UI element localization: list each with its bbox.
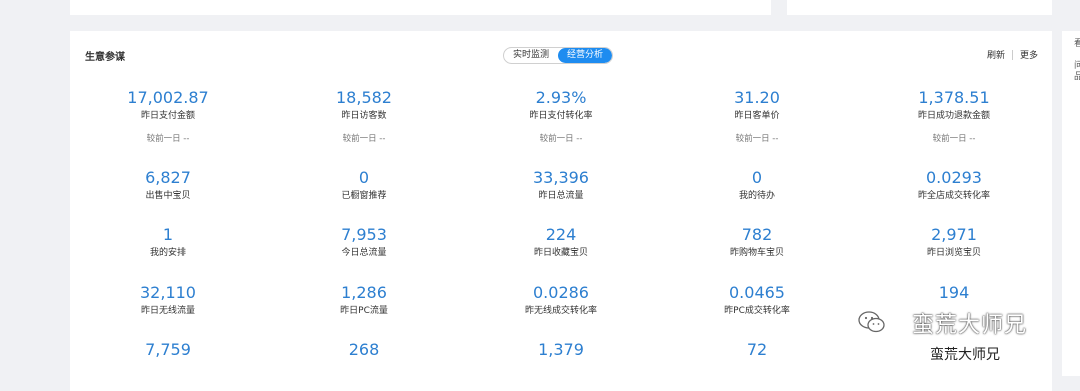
- right-side-panel: 看 问 品: [1062, 31, 1080, 376]
- metric-cell[interactable]: 1,378.51 昨日成功退款金额 较前一日 --: [856, 89, 1052, 145]
- side-text: 品: [1074, 72, 1080, 82]
- side-text: 看: [1074, 39, 1080, 49]
- metric-value: 31.20: [734, 88, 780, 107]
- metric-label: 昨购物车宝贝: [729, 248, 784, 258]
- watermark-text-small: 蛮荒大师兄: [930, 347, 1000, 363]
- metric-value: 0: [358, 168, 370, 187]
- metric-value: 7,953: [341, 225, 387, 244]
- metric-cell[interactable]: 1,286 昨日PC流量: [266, 284, 462, 317]
- metric-value: 6,827: [145, 168, 191, 187]
- metric-label: 昨全店成交转化率: [917, 191, 990, 201]
- metric-label: 昨无线成交转化率: [524, 306, 597, 316]
- metric-label: 今日总流量: [341, 248, 387, 258]
- metric-value: 2.93%: [535, 88, 587, 107]
- metric-value: 1: [162, 225, 174, 244]
- metric-value: 18,582: [336, 88, 392, 107]
- metric-label: 昨日客单价: [734, 111, 780, 121]
- metric-label: 昨日访客数: [341, 111, 387, 121]
- metric-cell[interactable]: 18,582 昨日访客数 较前一日 --: [266, 89, 462, 145]
- metric-cell[interactable]: 2.93% 昨日支付转化率 较前一日 --: [463, 89, 659, 145]
- metric-value: 72: [746, 340, 768, 359]
- metric-cell[interactable]: 17,002.87 昨日支付金额 较前一日 --: [70, 89, 266, 145]
- metric-label: 昨日支付金额: [140, 111, 195, 121]
- metric-value: 0: [751, 168, 763, 187]
- metric-value: 0.0286: [533, 283, 589, 302]
- watermark: 蛮荒大师兄 蛮荒大师兄: [858, 307, 1058, 367]
- metric-cell[interactable]: 0 我的待办: [659, 169, 855, 202]
- metric-label: 昨PC成交转化率: [724, 306, 790, 316]
- metric-cell[interactable]: 224 昨日收藏宝贝: [463, 226, 659, 259]
- metric-compare: 较前一日 --: [342, 134, 386, 144]
- metric-cell[interactable]: 31.20 昨日客单价 较前一日 --: [659, 89, 855, 145]
- metric-value: 0.0465: [729, 283, 785, 302]
- metric-label: 已橱窗推荐: [341, 191, 387, 201]
- metric-value: 0.0293: [926, 168, 982, 187]
- metric-value: 2,971: [931, 225, 977, 244]
- metric-label: 我的安排: [149, 248, 186, 258]
- metric-cell[interactable]: 1 我的安排: [70, 226, 266, 259]
- metric-label: 昨日成功退款金额: [917, 111, 990, 121]
- metric-cell[interactable]: 2,971 昨日浏览宝贝: [856, 226, 1052, 259]
- metric-cell[interactable]: 1,379: [463, 341, 659, 359]
- watermark-text-large: 蛮荒大师兄: [912, 313, 1028, 338]
- metric-label: 出售中宝贝: [145, 191, 191, 201]
- metric-cell[interactable]: 268: [266, 341, 462, 359]
- metric-cell[interactable]: 33,396 昨日总流量: [463, 169, 659, 202]
- metric-label: 昨日PC流量: [340, 306, 388, 316]
- metric-compare: 较前一日 --: [932, 134, 976, 144]
- metric-cell[interactable]: 0.0286 昨无线成交转化率: [463, 284, 659, 317]
- metric-value: 268: [348, 340, 380, 359]
- metric-value: 224: [545, 225, 577, 244]
- metric-value: 32,110: [140, 283, 196, 302]
- wechat-icon: [858, 311, 885, 333]
- metric-cell[interactable]: 72: [659, 341, 855, 359]
- metric-value: 782: [741, 225, 773, 244]
- metric-cell[interactable]: 0 已橱窗推荐: [266, 169, 462, 202]
- metric-value: 17,002.87: [127, 88, 209, 107]
- metric-value: 1,378.51: [918, 88, 990, 107]
- metric-cell[interactable]: 7,953 今日总流量: [266, 226, 462, 259]
- metric-cell[interactable]: 782 昨购物车宝贝: [659, 226, 855, 259]
- metric-cell[interactable]: 32,110 昨日无线流量: [70, 284, 266, 317]
- metric-label: 我的待办: [738, 191, 775, 201]
- metric-value: 33,396: [533, 168, 589, 187]
- metric-compare: 较前一日 --: [735, 134, 779, 144]
- metric-value: 1,379: [538, 340, 584, 359]
- metric-cell[interactable]: 0.0293 昨全店成交转化率: [856, 169, 1052, 202]
- metric-compare: 较前一日 --: [146, 134, 190, 144]
- metric-label: 昨日无线流量: [140, 306, 195, 316]
- top-card-left: [70, 0, 771, 15]
- metric-label: 昨日总流量: [538, 191, 584, 201]
- metric-value: 194: [938, 283, 970, 302]
- top-card-right: [787, 0, 1052, 15]
- metric-label: 昨日收藏宝贝: [533, 248, 588, 258]
- metric-value: 7,759: [145, 340, 191, 359]
- metric-label: 昨日浏览宝贝: [926, 248, 981, 258]
- metric-cell[interactable]: 194: [856, 284, 1052, 305]
- metric-value: 1,286: [341, 283, 387, 302]
- metric-label: 昨日支付转化率: [529, 111, 593, 121]
- metric-cell[interactable]: 7,759: [70, 341, 266, 359]
- metric-cell[interactable]: 0.0465 昨PC成交转化率: [659, 284, 855, 317]
- metric-cell[interactable]: 6,827 出售中宝贝: [70, 169, 266, 202]
- metric-compare: 较前一日 --: [539, 134, 583, 144]
